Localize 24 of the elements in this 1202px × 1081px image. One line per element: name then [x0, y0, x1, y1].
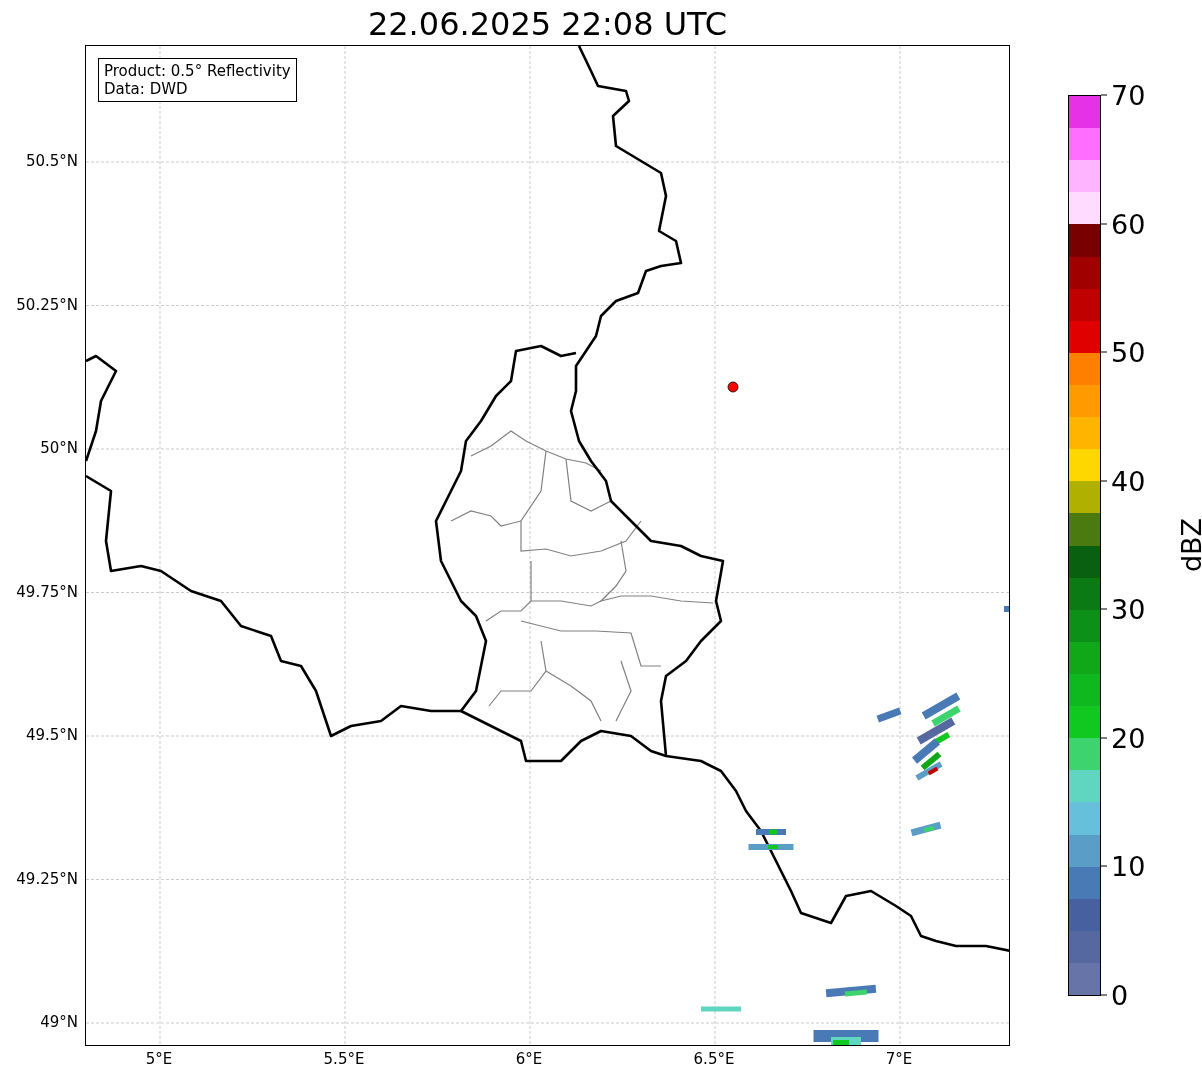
latitude-label: 49.25°N — [16, 869, 78, 888]
colorbar-label: dBZ — [1175, 517, 1202, 573]
longitude-label: 7°E — [885, 1050, 913, 1068]
latitude-label: 49.75°N — [16, 582, 78, 601]
colorbar-tick-label: 0 — [1111, 979, 1129, 1011]
colorbar-tick-label: 60 — [1111, 208, 1146, 240]
longitude-label: 5°E — [145, 1050, 173, 1068]
info-text: Product: 0.5° Reflectivity — [104, 62, 291, 80]
colorbar-tick-label: 10 — [1111, 850, 1146, 882]
latitude-label: 49°N — [40, 1013, 78, 1031]
longitude-label: 5.5°E — [323, 1050, 365, 1068]
latitude-label: 49.5°N — [25, 726, 78, 744]
colorbar-tick-label: 50 — [1111, 336, 1146, 368]
colorbar-tick-label: 40 — [1111, 465, 1146, 497]
colorbar-tick-label: 20 — [1111, 722, 1146, 754]
colorbar-tick-label: 30 — [1111, 593, 1146, 625]
latitude-label: 50°N — [40, 439, 78, 457]
info-text: Data: DWD — [104, 80, 189, 98]
chart-title: 22.06.2025 22:08 UTC — [367, 4, 728, 45]
latitude-label: 50.25°N — [16, 295, 78, 314]
latitude-label: 50.5°N — [25, 152, 78, 170]
longitude-label: 6.5°E — [693, 1050, 735, 1068]
colorbar-tick-label: 70 — [1111, 79, 1146, 111]
longitude-label: 6°E — [515, 1050, 543, 1068]
